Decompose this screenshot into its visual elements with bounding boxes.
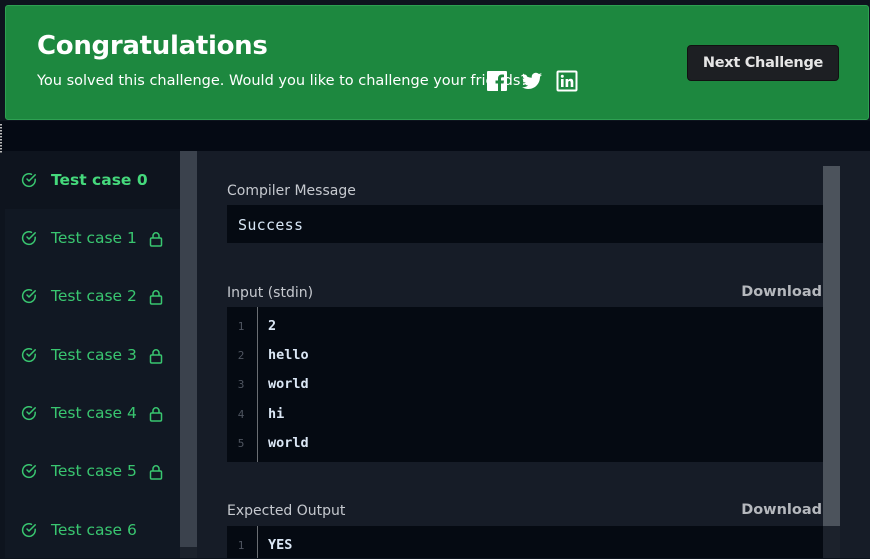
lock-icon	[149, 349, 163, 364]
check-circle-icon	[21, 464, 36, 479]
input-label: Input (stdin)	[227, 285, 314, 301]
check-circle-icon	[21, 406, 36, 421]
next-challenge-button[interactable]: Next Challenge	[687, 45, 839, 81]
banner-text: You solved this challenge. Would you lik…	[37, 73, 529, 89]
banner-title: Congratulations	[37, 31, 268, 61]
test-case-item[interactable]: Test case 6	[5, 501, 180, 559]
gutter-divider	[257, 526, 258, 558]
main-scrollbar[interactable]	[823, 166, 840, 526]
check-circle-icon	[21, 289, 36, 304]
test-case-label: Test case 5	[51, 462, 137, 480]
test-case-label: Test case 0	[51, 171, 148, 189]
test-case-item[interactable]: Test case 0	[5, 151, 180, 209]
lock-icon	[149, 232, 163, 247]
compiler-message-box	[227, 205, 823, 243]
test-case-item[interactable]: Test case 4	[5, 384, 180, 442]
check-circle-icon	[21, 231, 36, 246]
divider-strip	[0, 121, 870, 151]
code-line: 2	[268, 318, 277, 334]
compiler-message-label: Compiler Message	[227, 183, 356, 199]
input-download-link[interactable]: Download	[741, 284, 822, 300]
linkedin-icon[interactable]	[556, 70, 578, 92]
test-case-item[interactable]: Test case 3	[5, 326, 180, 384]
input-code-box	[227, 307, 823, 462]
code-line: world	[268, 376, 309, 392]
gutter-divider	[257, 307, 258, 462]
test-case-label: Test case 1	[51, 229, 137, 247]
facebook-icon[interactable]	[486, 70, 508, 92]
lock-icon	[149, 290, 163, 305]
twitter-icon[interactable]	[521, 70, 543, 92]
test-case-label: Test case 6	[51, 521, 137, 539]
sidebar-scrollbar[interactable]	[180, 151, 197, 547]
test-case-item[interactable]: Test case 2	[5, 267, 180, 325]
check-circle-icon	[21, 348, 36, 363]
code-line: hi	[268, 406, 285, 422]
line-number: 2	[237, 349, 245, 362]
expected-code-box	[227, 526, 823, 558]
test-case-item[interactable]: Test case 1	[5, 209, 180, 267]
line-number: 4	[237, 408, 245, 421]
check-circle-icon	[21, 173, 36, 188]
check-circle-icon	[21, 523, 36, 538]
code-line: YES	[268, 537, 293, 553]
test-case-label: Test case 3	[51, 346, 137, 364]
code-line: hello	[268, 347, 309, 363]
expected-download-link[interactable]: Download	[741, 502, 822, 518]
resize-handle[interactable]	[0, 124, 2, 154]
test-case-item[interactable]: Test case 5	[5, 442, 180, 500]
line-number: 1	[237, 320, 245, 333]
line-number: 1	[237, 539, 245, 552]
test-case-sidebar: Test case 0 Test case 1 Test case 2 Test…	[5, 151, 180, 558]
success-banner: Congratulations You solved this challeng…	[5, 5, 869, 120]
test-case-label: Test case 2	[51, 287, 137, 305]
lock-icon	[149, 407, 163, 422]
lock-icon	[149, 465, 163, 480]
compiler-message-text: Success	[238, 216, 304, 234]
line-number: 5	[237, 437, 245, 450]
main-scrollbar-track	[823, 526, 840, 558]
line-number: 3	[237, 378, 245, 391]
sidebar-scrollbar-track	[180, 547, 197, 558]
expected-output-label: Expected Output	[227, 503, 346, 519]
test-case-label: Test case 4	[51, 404, 137, 422]
code-line: world	[268, 435, 309, 451]
